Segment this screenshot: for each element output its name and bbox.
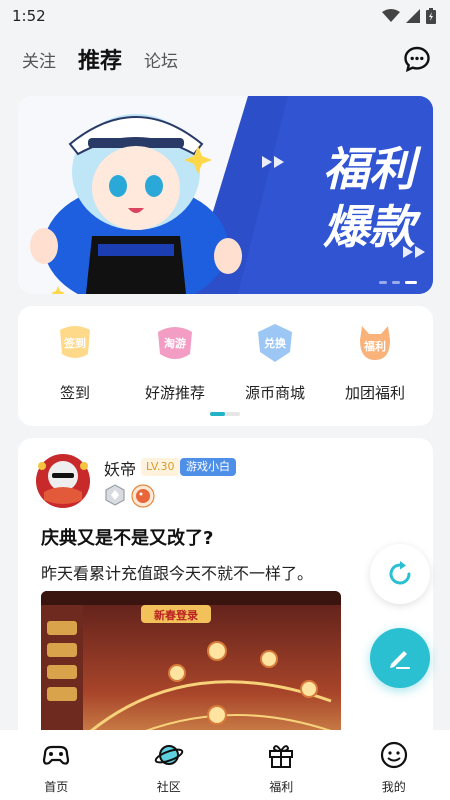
quick-link-store[interactable]: 兑换 源币商城 — [225, 320, 325, 403]
nav-home[interactable]: 首页 — [0, 730, 113, 800]
promo-banner[interactable]: 福利 爆款 — [18, 96, 433, 294]
avatar[interactable] — [34, 452, 92, 510]
tab-following[interactable]: 关注 — [22, 47, 56, 72]
coin-store-icon: 兑换 — [258, 324, 292, 362]
quick-links-scroll-thumb — [210, 412, 225, 416]
tab-recommended[interactable]: 推荐 — [78, 43, 122, 75]
checkin-icon: 签到 — [60, 326, 90, 358]
quick-link-recommend[interactable]: 淘游 好游推荐 — [125, 320, 225, 403]
svg-text:兑换: 兑换 — [264, 336, 287, 350]
nav-label: 首页 — [44, 780, 69, 794]
svg-text:新春登录: 新春登录 — [154, 608, 198, 622]
status-time: 1:52 — [12, 7, 46, 25]
gamepad-icon — [43, 745, 70, 765]
nav-community[interactable]: 社区 — [113, 730, 226, 800]
banner-title-line1: 福利 — [323, 142, 415, 196]
smile-icon — [380, 741, 407, 769]
dragon-medal-icon — [131, 484, 155, 508]
post-body: 昨天看累计充值跟今天不就不一样了。 — [41, 564, 314, 583]
quick-link-label: 签到 — [59, 384, 90, 402]
medal-icon — [105, 484, 125, 506]
compose-button[interactable] — [370, 628, 430, 688]
battery-icon — [426, 8, 436, 24]
banner-title-line2: 爆款 — [323, 200, 415, 254]
svg-text:福利: 福利 — [363, 339, 386, 353]
svg-text:淘游: 淘游 — [164, 336, 186, 350]
quick-link-label: 源币商城 — [244, 384, 305, 402]
top-tabs: 关注 推荐 论坛 — [0, 36, 450, 82]
level-badge: LV.30 — [141, 458, 180, 476]
nav-welfare[interactable]: 福利 — [225, 730, 338, 800]
message-icon[interactable] — [404, 46, 430, 72]
quick-link-group[interactable]: 福利 加团福利 — [325, 320, 425, 403]
game-recommend-icon: 淘游 — [158, 327, 192, 359]
nav-profile[interactable]: 我的 — [338, 730, 450, 800]
status-bar: 1:52 — [0, 0, 450, 32]
wifi-icon — [382, 9, 400, 22]
nav-label: 我的 — [381, 780, 406, 794]
signal-icon — [406, 9, 420, 23]
svg-text:签到: 签到 — [63, 336, 86, 350]
post-card[interactable]: 妖帝 LV.30 游戏小白 庆典又是不是又改了? 昨天看累计充值跟今天不就不一样… — [18, 438, 433, 758]
post-title[interactable]: 庆典又是不是又改了? — [41, 524, 213, 550]
banner-title: 福利 爆款 — [323, 140, 415, 256]
pencil-icon — [390, 651, 410, 669]
refresh-button[interactable] — [370, 544, 430, 604]
quick-links-scroll-indicator — [210, 412, 240, 416]
quick-link-label: 好游推荐 — [144, 384, 205, 402]
nav-label: 福利 — [269, 780, 294, 794]
username[interactable]: 妖帝 — [104, 456, 136, 480]
quick-link-checkin[interactable]: 签到 签到 — [25, 320, 125, 403]
quick-links-card: 签到 签到 淘游 好游推荐 兑换 源币商城 福利 加团福利 — [18, 306, 433, 426]
planet-icon — [154, 745, 183, 765]
pager-dot-active — [405, 281, 417, 284]
group-welfare-icon: 福利 — [360, 326, 390, 360]
banner-pager — [379, 281, 417, 284]
gift-icon — [269, 745, 294, 768]
quick-link-label: 加团福利 — [344, 384, 405, 402]
refresh-icon — [389, 561, 411, 585]
pager-dot — [379, 281, 387, 284]
tab-forum[interactable]: 论坛 — [144, 47, 178, 72]
status-icons — [382, 8, 436, 24]
bottom-nav: 首页 社区 福利 我的 — [0, 730, 450, 800]
nav-label: 社区 — [156, 780, 181, 794]
user-tag-badge: 游戏小白 — [180, 458, 236, 476]
pager-dot — [392, 281, 400, 284]
